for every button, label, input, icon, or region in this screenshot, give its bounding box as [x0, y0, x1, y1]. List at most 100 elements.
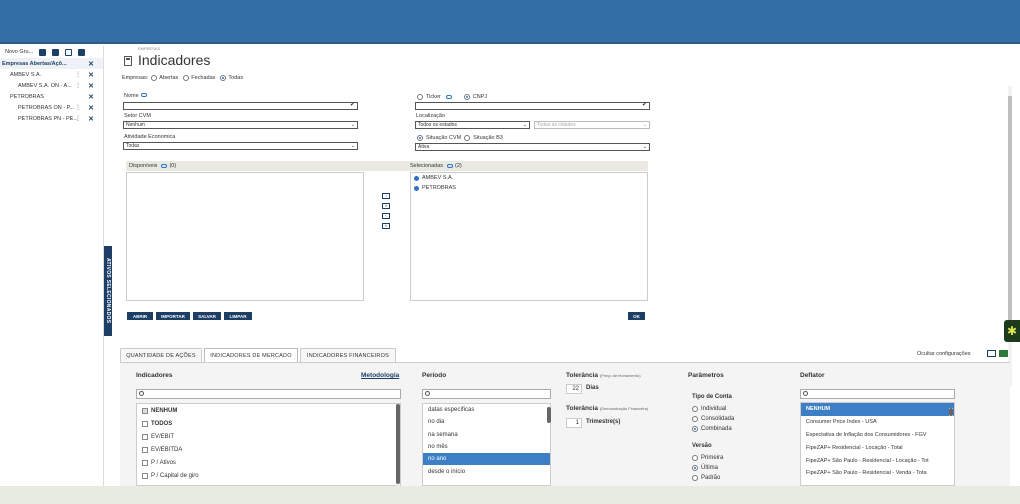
periodo-option[interactable]: no dia	[423, 416, 550, 428]
scrollbar-thumb[interactable]	[547, 407, 551, 423]
parametro-option[interactable]: Primeira	[692, 455, 723, 461]
deflator-option[interactable]: FipeZAP+ São Paulo - Residencial - Locaç…	[801, 454, 954, 467]
empresas-radio[interactable]	[220, 75, 227, 81]
remove-icon[interactable]: ✕	[88, 104, 94, 112]
periodo-option[interactable]: desde o início	[423, 465, 550, 477]
empresas-radio[interactable]	[183, 75, 190, 81]
save-icon[interactable]	[39, 48, 47, 56]
nome-input[interactable]: ✔	[123, 102, 358, 110]
periodo-option[interactable]: na semana	[423, 429, 550, 441]
deflator-option[interactable]: NENHUM	[801, 403, 954, 416]
indicador-checkbox[interactable]	[142, 433, 148, 440]
remove-icon[interactable]: ✕	[88, 93, 94, 101]
new-group-button[interactable]: Novo Gru...	[5, 49, 33, 55]
importar-button[interactable]: IMPORTAR	[156, 312, 190, 320]
deflator-option[interactable]: FipeZAP+ São Paulo - Residencial - Venda…	[801, 467, 954, 480]
indicadores-list[interactable]: NENHUM TODOS EV/EBIT EV/EBITDA P / Ativos P /…	[136, 403, 401, 486]
drag-handle-icon[interactable]: ⋮	[75, 104, 81, 111]
new-document-icon[interactable]	[65, 48, 73, 56]
atividade-select[interactable]: Todas ⌄	[123, 142, 358, 150]
indicador-checkbox[interactable]	[142, 407, 148, 414]
tree-item[interactable]: AMBEV S.A. ON - A... ⋮ ✕	[0, 80, 103, 91]
tab-indicadores-mercado[interactable]: INDICADORES DE MERCADO	[204, 348, 298, 362]
tree-item[interactable]: PETROBRAS PN - PE... ⋮ ✕	[0, 113, 103, 124]
parametro-radio[interactable]	[692, 465, 698, 471]
parametro-option[interactable]: Consolidada	[692, 416, 734, 422]
abrir-button[interactable]: ABRIR	[127, 312, 153, 320]
empresas-option[interactable]: Abertas	[151, 75, 178, 81]
indicador-checkbox[interactable]	[142, 472, 148, 479]
save-as-icon[interactable]	[52, 48, 60, 56]
help-widget-icon[interactable]: ✱	[1004, 320, 1020, 342]
move-all-right-button[interactable]: »	[382, 203, 390, 209]
tolerancia-dias-input[interactable]: 22	[566, 384, 582, 394]
parametro-option[interactable]: Padrão	[692, 475, 720, 481]
drag-handle-icon[interactable]: ⋮	[75, 82, 81, 89]
tree-item[interactable]: AMBEV S.A. ⋮ ✕	[0, 69, 103, 80]
indicador-option[interactable]: NENHUM	[137, 404, 400, 417]
tolerancia-trimestre-input[interactable]: 1	[566, 418, 582, 428]
indicador-option[interactable]: P / Ativos	[137, 456, 400, 469]
deflator-option[interactable]: Expectativa de Inflação dos Consumidores…	[801, 429, 954, 442]
periodo-list[interactable]: datas específicas no dia na semana no mês no…	[422, 403, 551, 486]
tree-item[interactable]: PETROBRAS ✕	[0, 91, 103, 102]
deflator-option[interactable]: FipeZAP+ Residencial - Locação - Total	[801, 441, 954, 454]
periodo-option[interactable]: no ano	[423, 453, 550, 466]
help-bubble-icon[interactable]	[445, 95, 452, 99]
ticker-cnpj-input[interactable]: ✔	[415, 102, 650, 110]
ok-button[interactable]: OK	[628, 312, 645, 320]
parametro-radio[interactable]	[692, 455, 698, 461]
deflator-search[interactable]	[800, 389, 955, 399]
situacao-b3-radio[interactable]	[464, 135, 471, 141]
metodologia-link[interactable]: Metodologia	[361, 372, 399, 379]
ativos-selecionados-tab[interactable]: ATIVOS SELECIONADOS	[104, 246, 112, 336]
situacao-select[interactable]: Ativa ⌄	[415, 143, 650, 151]
indicador-checkbox[interactable]	[142, 459, 148, 466]
situacao-cvm-radio[interactable]	[417, 135, 423, 141]
selected-company-item[interactable]: AMBEV S.A.	[411, 173, 647, 183]
cidade-select[interactable]: Todas as cidades ⌄	[534, 121, 650, 129]
tab-indicadores-financeiros[interactable]: INDICADORES FINANCEIROS	[300, 348, 396, 362]
help-bubble-icon[interactable]	[447, 164, 454, 168]
periodo-option[interactable]: datas específicas	[423, 404, 550, 416]
remove-icon[interactable]: ✕	[88, 115, 94, 123]
parametro-option[interactable]: Combinada	[692, 426, 732, 432]
indicador-option[interactable]: TODOS	[137, 417, 400, 430]
indicadores-search[interactable]	[136, 389, 401, 399]
remove-icon[interactable]: ✕	[88, 60, 94, 68]
move-right-button[interactable]: ›	[382, 193, 390, 199]
parametro-radio[interactable]	[692, 416, 698, 422]
deflator-scrollbar[interactable]	[949, 408, 953, 416]
cnpj-radio[interactable]	[463, 94, 470, 100]
indicador-option[interactable]: P / Capital de giro	[137, 469, 400, 482]
limpar-button[interactable]: LIMPAR	[224, 312, 252, 320]
drag-handle-icon[interactable]: ⋮	[75, 71, 81, 78]
selected-company-item[interactable]: PETROBRAS	[411, 183, 647, 193]
tree-item[interactable]: PETROBRAS ON - P... ⋮ ✕	[0, 102, 103, 113]
indicador-option[interactable]: EV/EBIT	[137, 430, 400, 443]
scrollbar-thumb[interactable]	[396, 404, 400, 484]
scrollbar-thumb[interactable]	[949, 408, 953, 416]
open-folder-icon[interactable]	[78, 48, 86, 56]
deflator-list[interactable]: NENHUM Consumer Price Index - USA Expectat…	[800, 402, 955, 486]
indicador-option[interactable]: EV/EBITDA	[137, 443, 400, 456]
deflator-option[interactable]: Consumer Price Index - USA	[801, 416, 954, 429]
tab-quantidade-acoes[interactable]: QUANTIDADE DE AÇÕES	[120, 348, 202, 362]
parametro-option[interactable]: Individual	[692, 406, 726, 412]
move-all-left-button[interactable]: «	[382, 223, 390, 229]
selecionadas-list[interactable]: AMBEV S.A. PETROBRAS	[410, 172, 648, 301]
ocultar-configuracoes-link[interactable]: Ocultar configurações	[917, 351, 971, 357]
window-icon[interactable]	[987, 350, 996, 357]
periodo-scrollbar[interactable]	[547, 407, 551, 423]
help-bubble-icon[interactable]	[161, 164, 168, 168]
parametro-radio[interactable]	[692, 475, 698, 481]
indicadores-scrollbar[interactable]	[396, 404, 400, 486]
indicador-checkbox[interactable]	[142, 446, 148, 453]
parametro-radio[interactable]	[692, 406, 698, 412]
excel-icon[interactable]	[999, 350, 1008, 357]
estado-select[interactable]: Todos os estados ⌄	[415, 121, 530, 129]
parametro-radio[interactable]	[692, 426, 698, 432]
remove-icon[interactable]: ✕	[88, 71, 94, 79]
tree-item[interactable]: Empresas Abertas/Açõ... ✕	[0, 58, 103, 69]
empresas-option[interactable]: Todas	[220, 75, 243, 81]
